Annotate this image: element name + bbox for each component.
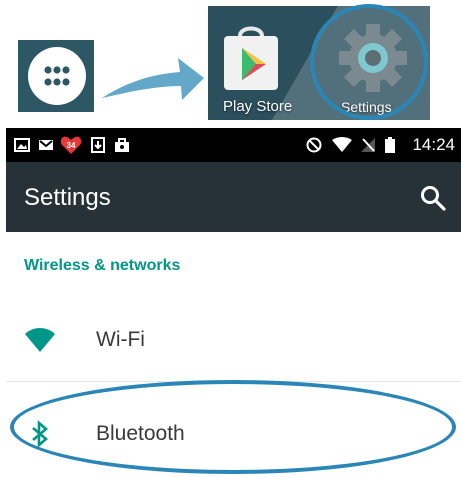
heart-notification-icon: 34 — [60, 136, 82, 154]
briefcase-icon — [115, 138, 129, 152]
action-bar: Settings — [6, 162, 461, 232]
wifi-label: Wi-Fi — [96, 328, 145, 351]
search-icon[interactable] — [419, 184, 447, 212]
wifi-setting-item[interactable]: Wi-Fi — [6, 305, 461, 375]
tutorial-illustration: Play Store Settings — [0, 0, 461, 128]
wifi-icon — [25, 328, 55, 352]
play-store-label: Play Store — [223, 98, 293, 115]
bluetooth-highlight-ellipse — [10, 380, 456, 474]
page-title: Settings — [24, 184, 111, 211]
play-store-icon — [224, 26, 278, 90]
image-icon — [14, 138, 30, 152]
download-icon — [91, 137, 105, 153]
no-signal-icon — [361, 138, 375, 152]
gmail-icon — [39, 140, 53, 150]
settings-highlight-circle — [310, 4, 428, 120]
notification-badge: 34 — [67, 141, 76, 150]
app-drawer-tile — [18, 40, 94, 112]
section-header-wireless: Wireless & networks — [24, 257, 181, 274]
arrow-icon — [102, 58, 204, 100]
battery-icon — [385, 137, 395, 153]
status-time: 14:24 — [412, 135, 455, 154]
status-bar: 34 14:24 — [6, 128, 461, 162]
wifi-signal-icon — [332, 137, 352, 152]
app-drawer-icon — [28, 47, 86, 105]
do-not-disturb-icon — [306, 137, 322, 153]
